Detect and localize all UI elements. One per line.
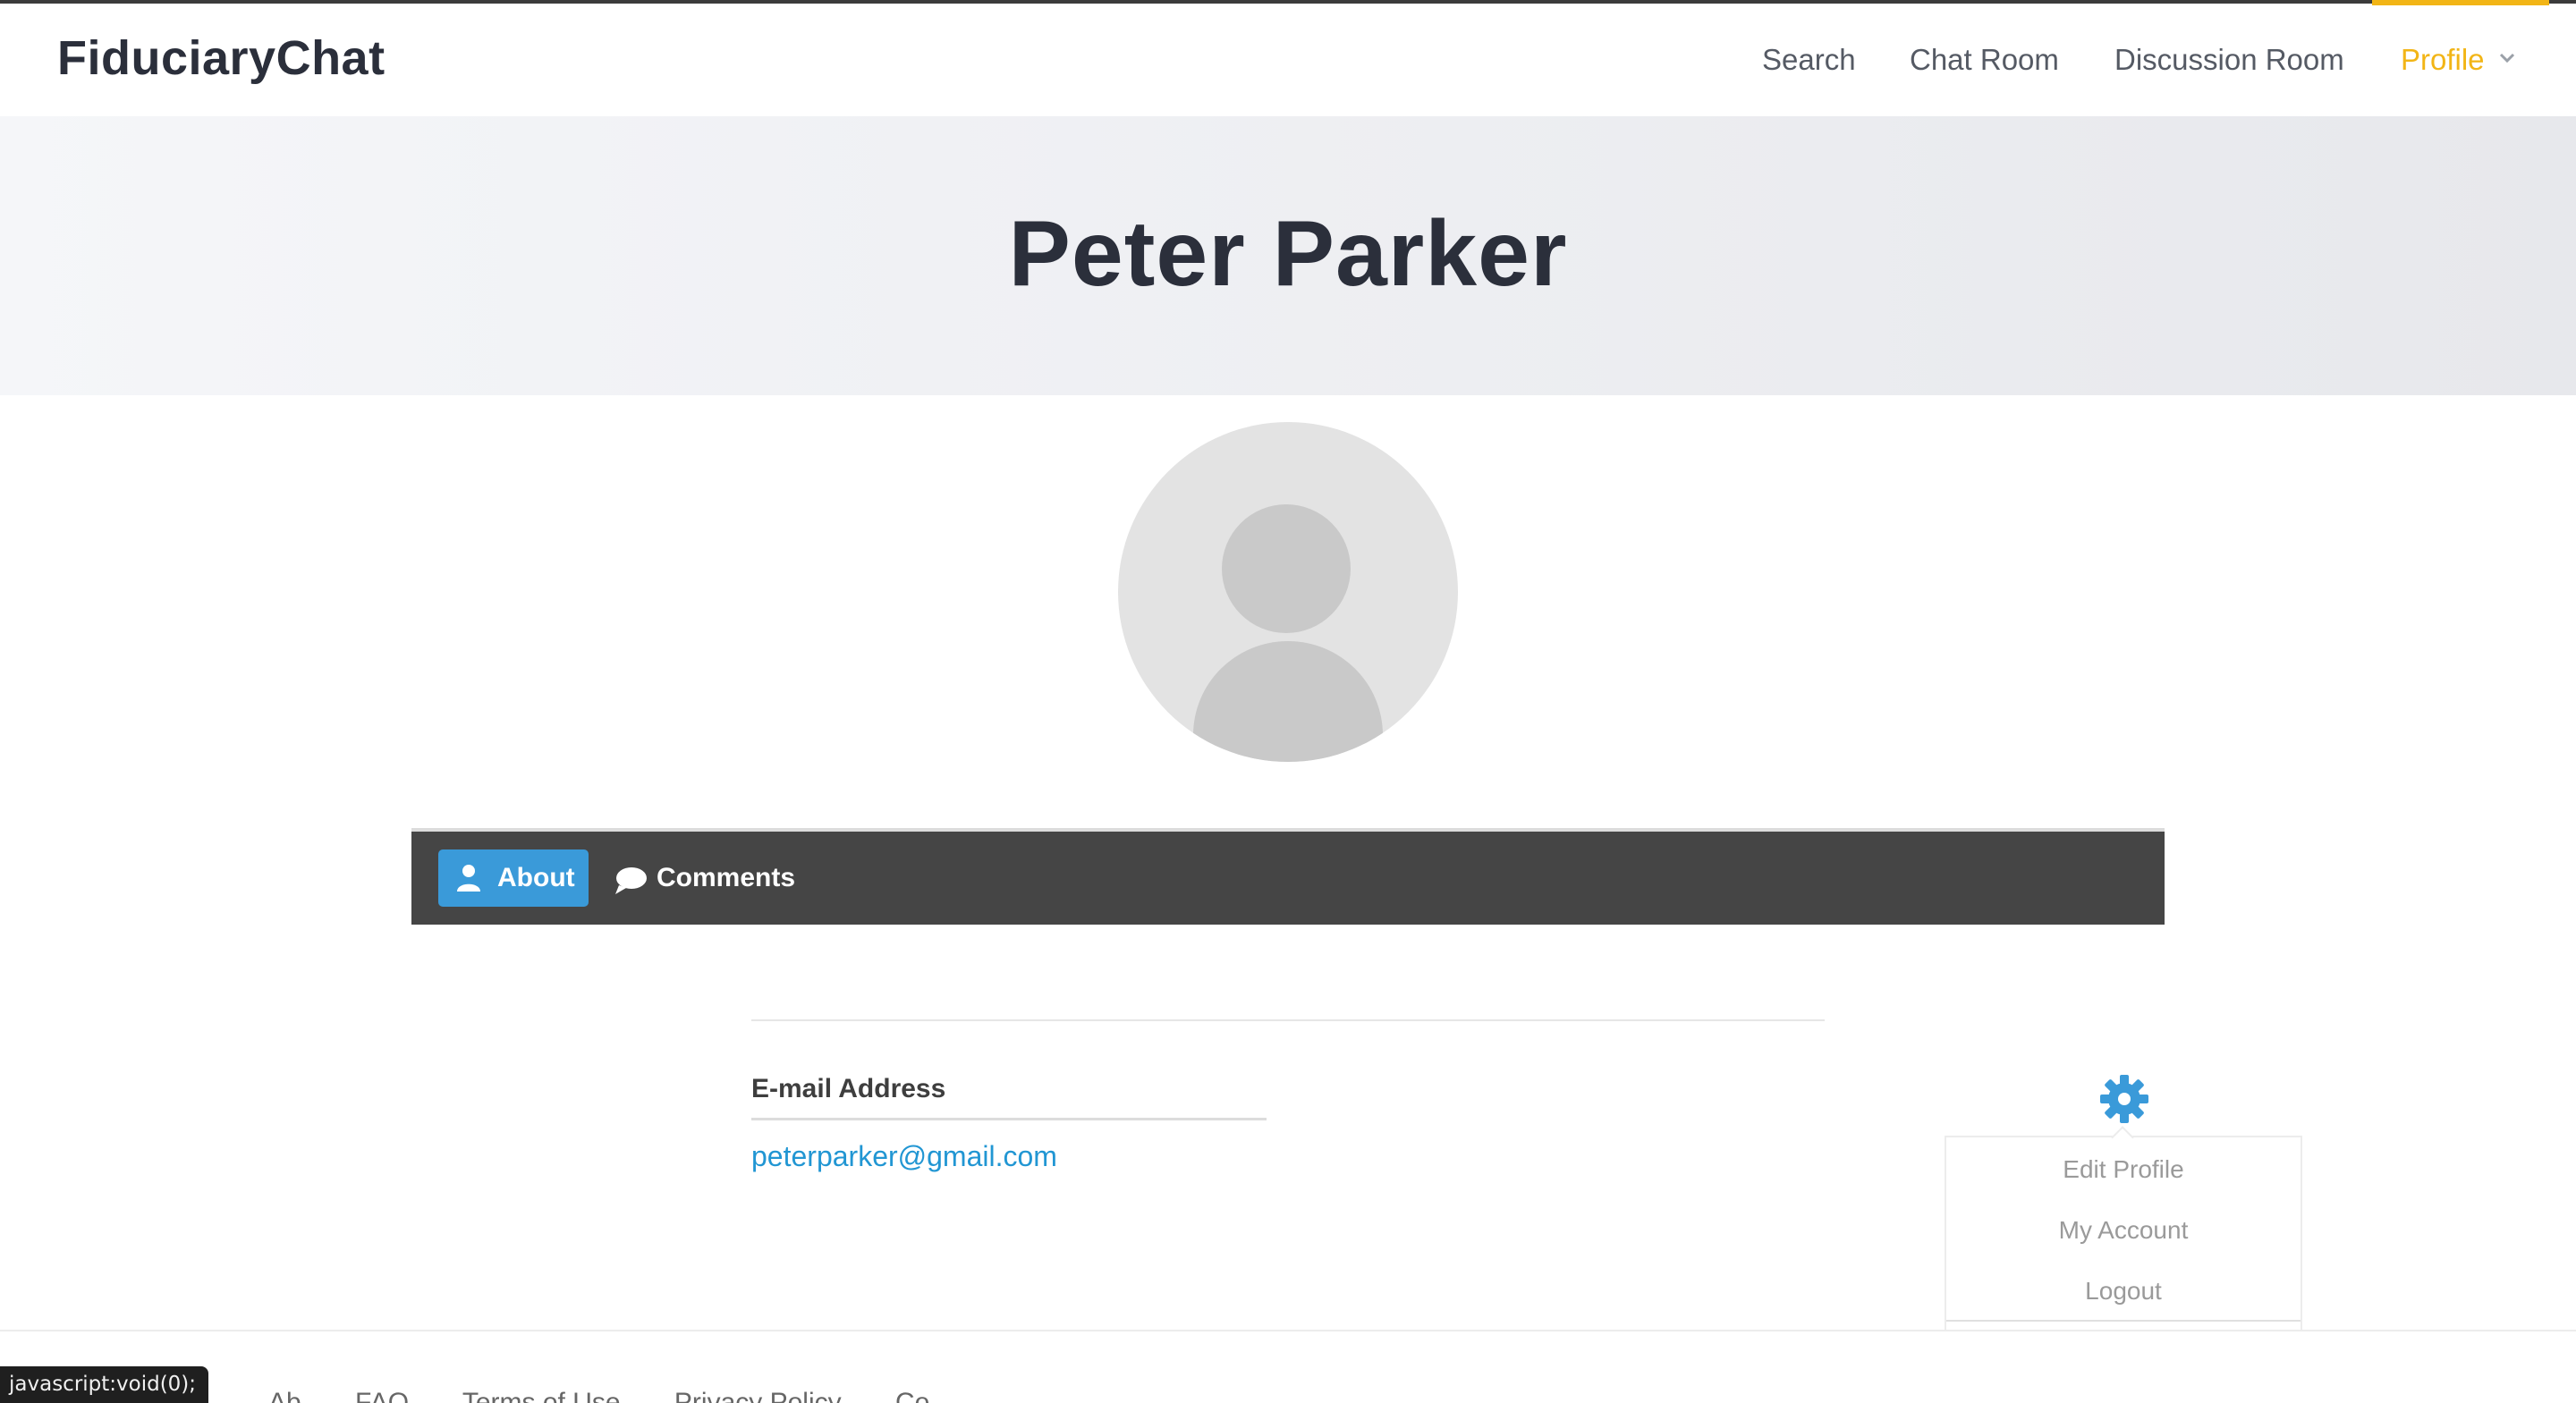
nav-search[interactable]: Search — [1762, 43, 1856, 77]
tab-about[interactable]: About — [438, 849, 589, 907]
nav-profile[interactable]: Profile — [2401, 43, 2485, 77]
footer-link-privacy[interactable]: Privacy Policy — [674, 1388, 842, 1403]
footer-link-terms[interactable]: Terms of Use — [462, 1388, 621, 1403]
footer-links: Ab FAQ Terms of Use Privacy Policy Co — [268, 1388, 976, 1403]
avatar — [1118, 422, 1458, 762]
menu-item-logout[interactable]: Logout — [1946, 1277, 2301, 1306]
footer-divider — [0, 1330, 2576, 1331]
nav-chat-room[interactable]: Chat Room — [1910, 43, 2059, 77]
footer-link-faq[interactable]: FAQ — [355, 1388, 409, 1403]
comment-icon — [615, 867, 647, 894]
email-label: E-mail Address — [751, 1074, 946, 1103]
dropdown-bottom-border — [1946, 1320, 2301, 1322]
email-label-underline — [751, 1118, 1267, 1120]
dropdown-caret — [2111, 1126, 2134, 1149]
avatar-body-shape — [1193, 641, 1383, 762]
nav-discussion-room[interactable]: Discussion Room — [2114, 43, 2344, 77]
settings-dropdown-menu: Edit Profile My Account Logout — [1945, 1126, 2302, 1331]
brand-logo[interactable]: FiduciaryChat — [57, 30, 386, 86]
site-header: FiduciaryChat Search Chat Room Discussio… — [0, 4, 2576, 116]
user-icon — [457, 865, 480, 892]
footer-link-about[interactable]: Ab — [268, 1388, 301, 1403]
browser-status-tooltip: javascript:void(0); — [0, 1366, 209, 1403]
tab-about-label: About — [497, 863, 575, 892]
menu-item-my-account[interactable]: My Account — [1946, 1216, 2301, 1245]
profile-name: Peter Parker — [1008, 202, 1568, 306]
chevron-down-icon[interactable] — [2499, 50, 2515, 66]
content-divider — [751, 1019, 1825, 1021]
profile-tab-bar: About Comments — [411, 828, 2165, 925]
footer-link-contact[interactable]: Co — [895, 1388, 929, 1403]
menu-item-edit-profile[interactable]: Edit Profile — [1946, 1155, 2301, 1184]
email-value-link[interactable]: peterparker@gmail.com — [751, 1140, 1057, 1173]
avatar-head-shape — [1222, 504, 1351, 633]
profile-banner: Peter Parker — [0, 116, 2576, 395]
tab-comments-label: Comments — [657, 863, 796, 892]
active-nav-indicator — [2372, 0, 2549, 5]
gear-icon[interactable] — [2100, 1075, 2148, 1123]
